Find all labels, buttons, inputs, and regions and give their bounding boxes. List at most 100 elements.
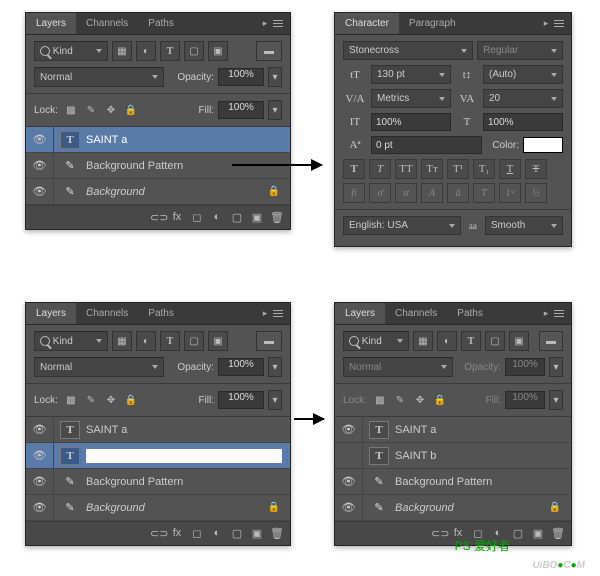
layer-row[interactable]: 👁 T SAINT b <box>26 443 290 469</box>
layer-group-icon[interactable]: ▢ <box>230 527 244 541</box>
new-layer-icon[interactable]: ▣ <box>531 527 545 541</box>
ligatures-button[interactable]: fi <box>343 183 365 203</box>
tab-paths[interactable]: Paths <box>138 13 184 34</box>
opacity-input[interactable]: 100% <box>505 358 545 376</box>
faux-bold-button[interactable]: T <box>343 159 365 179</box>
discretionary-lig-button[interactable]: st <box>395 183 417 203</box>
fill-input[interactable]: 100% <box>505 391 545 409</box>
collapse-icon[interactable]: ▸ <box>541 18 551 29</box>
antialias-dropdown[interactable]: Smooth <box>485 216 563 235</box>
horizontal-scale-input[interactable] <box>483 113 563 131</box>
collapse-icon[interactable]: ▸ <box>260 18 270 29</box>
layer-mask-icon[interactable]: ◻ <box>190 527 204 541</box>
leading-dropdown[interactable]: (Auto) <box>483 65 563 84</box>
small-caps-button[interactable]: Tᴛ <box>421 159 443 179</box>
adjustment-layer-icon[interactable]: ◐ <box>210 527 224 541</box>
tab-character[interactable]: Character <box>335 13 399 34</box>
panel-menu-icon[interactable] <box>551 306 567 322</box>
filter-smart-icon[interactable]: ▣ <box>208 41 228 61</box>
layer-group-icon[interactable]: ▢ <box>511 527 525 541</box>
lock-image-icon[interactable]: ✎ <box>391 391 409 409</box>
tab-channels[interactable]: Channels <box>76 303 138 324</box>
filter-toggle-switch[interactable]: ▬ <box>256 331 282 351</box>
visibility-toggle-icon[interactable]: 👁 <box>26 179 54 204</box>
lock-transparent-icon[interactable]: ▩ <box>62 391 80 409</box>
visibility-toggle-icon[interactable]: 👁 <box>335 469 363 494</box>
panel-menu-icon[interactable] <box>551 16 567 32</box>
filter-pixel-icon[interactable]: ▦ <box>112 331 132 351</box>
filter-shape-icon[interactable]: ▢ <box>184 41 204 61</box>
layer-style-icon[interactable]: fx <box>170 527 184 541</box>
fill-input[interactable]: 100% <box>218 101 264 119</box>
panel-menu-icon[interactable] <box>270 16 286 32</box>
tab-channels[interactable]: Channels <box>76 13 138 34</box>
visibility-toggle-icon[interactable]: 👁 <box>26 495 54 520</box>
layer-row[interactable]: 👁 T SAINT a <box>335 417 571 443</box>
opacity-scrubby-icon[interactable]: ▾ <box>268 357 282 377</box>
layer-style-icon[interactable]: fx <box>170 211 184 225</box>
filter-toggle-switch[interactable]: ▬ <box>256 41 282 61</box>
kerning-dropdown[interactable]: Metrics <box>371 89 451 108</box>
layer-name[interactable]: Background <box>86 502 268 514</box>
layer-row[interactable]: 👁 ✎ Background Pattern <box>26 153 290 179</box>
collapse-icon[interactable]: ▸ <box>541 308 551 319</box>
visibility-toggle-icon[interactable]: 👁 <box>26 127 54 152</box>
faux-italic-button[interactable]: T <box>369 159 391 179</box>
new-layer-icon[interactable]: ▣ <box>250 211 264 225</box>
layer-row[interactable]: 👁 ✎ Background 🔒 <box>335 495 571 521</box>
filter-smart-icon[interactable]: ▣ <box>509 331 529 351</box>
filter-type-dropdown[interactable]: Kind <box>34 331 108 351</box>
filter-type-dropdown[interactable]: Kind <box>343 331 409 351</box>
filter-toggle-switch[interactable]: ▬ <box>539 331 563 351</box>
filter-pixel-icon[interactable]: ▦ <box>112 41 132 61</box>
layer-row[interactable]: 👁 ✎ Background 🔒 <box>26 179 290 205</box>
opacity-input[interactable]: 100% <box>218 68 264 86</box>
blend-mode-dropdown[interactable]: Normal <box>34 67 164 87</box>
visibility-toggle-icon[interactable]: 👁 <box>26 469 54 494</box>
lock-image-icon[interactable]: ✎ <box>82 391 100 409</box>
fill-scrubby-icon[interactable]: ▾ <box>268 100 282 120</box>
blend-mode-dropdown[interactable]: Normal <box>343 357 453 377</box>
link-layers-icon[interactable]: ⊂⊃ <box>431 527 445 541</box>
layer-name[interactable]: SAINT a <box>86 424 290 436</box>
lock-position-icon[interactable]: ✥ <box>102 391 120 409</box>
font-family-dropdown[interactable]: Stonecross <box>343 41 473 60</box>
layer-group-icon[interactable]: ▢ <box>230 211 244 225</box>
layer-name[interactable]: Background <box>395 502 549 514</box>
tab-paths[interactable]: Paths <box>447 303 493 324</box>
blend-mode-dropdown[interactable]: Normal <box>34 357 164 377</box>
layer-name[interactable]: Background Pattern <box>86 476 290 488</box>
visibility-toggle-icon[interactable]: 👁 <box>26 443 54 468</box>
delete-layer-icon[interactable]: 🗑 <box>270 527 284 541</box>
layer-row[interactable]: 👁 ✎ Background Pattern <box>335 469 571 495</box>
swash-button[interactable]: A <box>421 183 443 203</box>
fill-scrubby-icon[interactable]: ▾ <box>268 390 282 410</box>
layer-row[interactable]: 👁 ✎ Background Pattern <box>26 469 290 495</box>
filter-type-icon[interactable]: T <box>160 331 180 351</box>
adjustment-layer-icon[interactable]: ◐ <box>210 211 224 225</box>
lock-all-icon[interactable]: 🔒 <box>122 391 140 409</box>
stylistic-alt-button[interactable]: ā <box>447 183 469 203</box>
lock-transparent-icon[interactable]: ▩ <box>371 391 389 409</box>
ordinals-button[interactable]: 1ˢᵗ <box>499 183 521 203</box>
lock-all-icon[interactable]: 🔒 <box>431 391 449 409</box>
fractions-button[interactable]: ½ <box>525 183 547 203</box>
opacity-scrubby-icon[interactable]: ▾ <box>549 357 563 377</box>
filter-type-dropdown[interactable]: Kind <box>34 41 108 61</box>
font-style-dropdown[interactable]: Regular <box>477 41 563 60</box>
tab-layers[interactable]: Layers <box>26 303 76 324</box>
tab-layers[interactable]: Layers <box>26 13 76 34</box>
lock-position-icon[interactable]: ✥ <box>102 101 120 119</box>
fill-input[interactable]: 100% <box>218 391 264 409</box>
visibility-toggle-icon[interactable]: 👁 <box>26 417 54 442</box>
layer-name-edit-input[interactable]: SAINT b <box>86 449 282 463</box>
filter-adjustment-icon[interactable]: ◐ <box>136 331 156 351</box>
language-dropdown[interactable]: English: USA <box>343 216 461 235</box>
filter-smart-icon[interactable]: ▣ <box>208 331 228 351</box>
opacity-scrubby-icon[interactable]: ▾ <box>268 67 282 87</box>
vertical-scale-input[interactable] <box>371 113 451 131</box>
all-caps-button[interactable]: TT <box>395 159 417 179</box>
underline-button[interactable]: T <box>499 159 521 179</box>
visibility-toggle-icon[interactable] <box>335 443 363 468</box>
panel-menu-icon[interactable] <box>270 306 286 322</box>
